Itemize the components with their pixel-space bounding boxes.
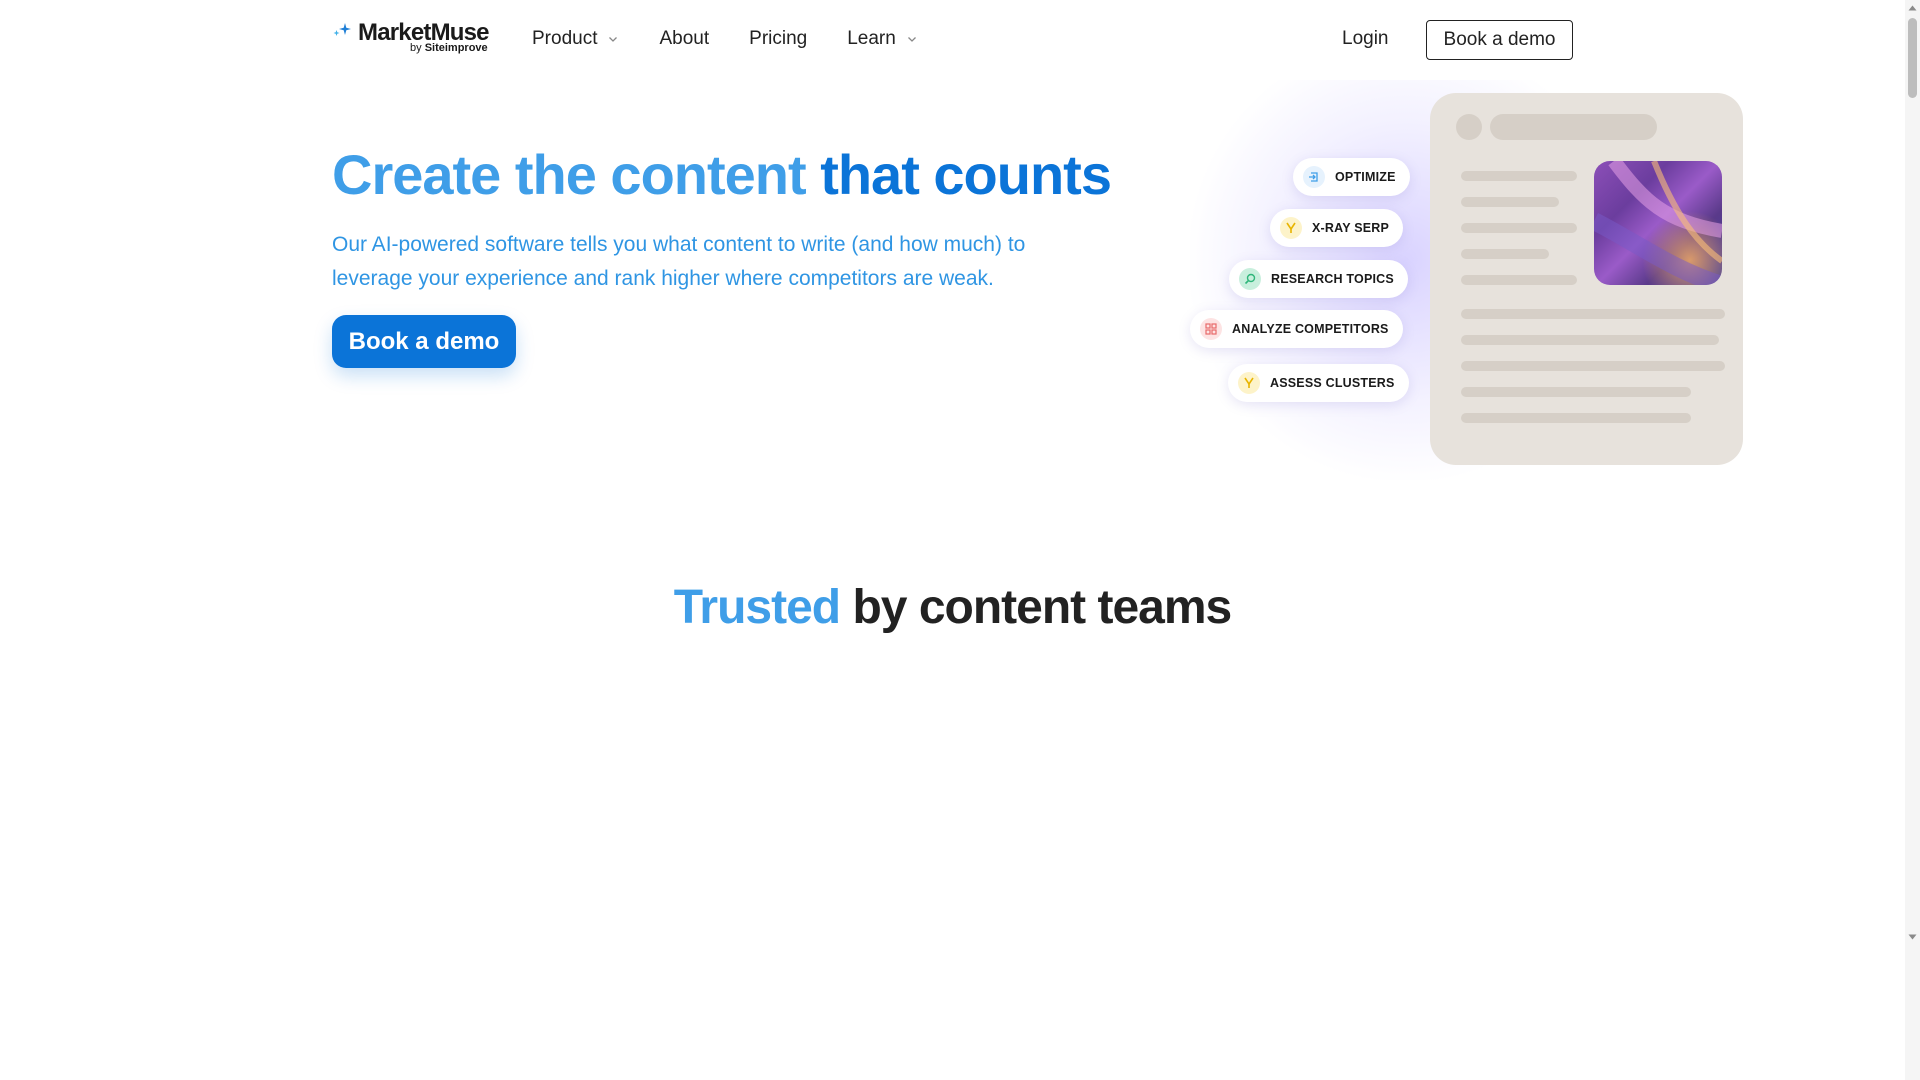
feature-pill-research-topics[interactable]: RESEARCH TOPICS — [1229, 260, 1408, 298]
placeholder-line — [1461, 171, 1577, 181]
hero-title: Create the content that counts — [332, 142, 1112, 207]
page: MarketMuse by Siteimprove Product About … — [0, 0, 1920, 1080]
site-header: MarketMuse by Siteimprove Product About … — [0, 0, 1905, 80]
marketmuse-logo[interactable]: MarketMuse by Siteimprove — [332, 19, 492, 56]
nav-item-pricing[interactable]: Pricing — [749, 28, 807, 50]
hero-book-demo-button[interactable]: Book a demo — [332, 315, 516, 368]
placeholder-line — [1461, 361, 1725, 371]
placeholder-line — [1461, 335, 1719, 345]
feature-label: X-RAY SERP — [1312, 221, 1390, 235]
nav-item-product[interactable]: Product — [532, 28, 619, 50]
hero-title-dark: that counts — [820, 143, 1112, 206]
document-preview-card — [1430, 93, 1743, 465]
header-book-demo-button[interactable]: Book a demo — [1426, 20, 1573, 60]
chevron-down-icon — [907, 37, 916, 42]
placeholder-line — [1461, 387, 1691, 397]
nav-item-label: About — [659, 28, 710, 49]
assess-clusters-icon — [1238, 372, 1260, 394]
trusted-heading: Trusted by content teams — [0, 580, 1905, 635]
page-scrollbar[interactable] — [1905, 0, 1920, 1080]
placeholder-line — [1461, 275, 1577, 285]
feature-label: OPTIMIZE — [1335, 170, 1396, 184]
nav-item-label: Learn — [847, 28, 896, 49]
scrollbar-thumb[interactable] — [1908, 18, 1917, 98]
chevron-down-icon — [609, 37, 618, 42]
placeholder-avatar — [1456, 114, 1482, 140]
feature-pill-assess-clusters[interactable]: ASSESS CLUSTERS — [1228, 364, 1409, 402]
placeholder-line — [1461, 223, 1577, 233]
feature-label: RESEARCH TOPICS — [1271, 272, 1394, 286]
feature-label: ANALYZE COMPETITORS — [1232, 322, 1389, 336]
scroll-up-arrow-icon[interactable] — [1908, 3, 1917, 13]
logo-byline-prefix: by — [410, 42, 422, 54]
placeholder-title-bar — [1490, 114, 1657, 140]
nav-item-label: Product — [532, 28, 598, 49]
hero-subtitle: Our AI-powered software tells you what c… — [332, 233, 1026, 290]
nav-item-learn[interactable]: Learn — [847, 28, 918, 50]
login-link[interactable]: Login — [1342, 28, 1389, 50]
scroll-down-arrow-icon[interactable] — [1908, 932, 1917, 942]
trusted-heading-dark: by content teams — [852, 581, 1232, 634]
optimize-icon — [1303, 166, 1325, 188]
placeholder-line — [1461, 309, 1725, 319]
trusted-heading-light: Trusted — [673, 581, 841, 634]
placeholder-line — [1461, 197, 1559, 207]
nav-item-label: Pricing — [749, 28, 808, 49]
abstract-image — [1594, 161, 1722, 285]
feature-label: ASSESS CLUSTERS — [1270, 376, 1395, 390]
placeholder-line — [1461, 413, 1691, 423]
main-nav: Product About Pricing Learn — [532, 28, 958, 50]
nav-item-about[interactable]: About — [659, 28, 709, 50]
hero-title-light: Create the content — [332, 143, 807, 206]
analyze-competitors-icon — [1200, 318, 1222, 340]
xray-serp-icon — [1280, 217, 1302, 239]
placeholder-line — [1461, 249, 1549, 259]
research-topics-icon — [1239, 268, 1261, 290]
feature-pill-optimize[interactable]: OPTIMIZE — [1293, 158, 1410, 196]
abstract-wave-art — [1594, 161, 1722, 285]
sparkle-icon — [333, 23, 351, 36]
feature-pill-xray-serp[interactable]: X-RAY SERP — [1270, 209, 1404, 247]
logo-byline: by Siteimprove — [410, 42, 488, 54]
feature-pill-analyze-competitors[interactable]: ANALYZE COMPETITORS — [1190, 310, 1403, 348]
logo-byline-brand: Siteimprove — [424, 42, 488, 54]
